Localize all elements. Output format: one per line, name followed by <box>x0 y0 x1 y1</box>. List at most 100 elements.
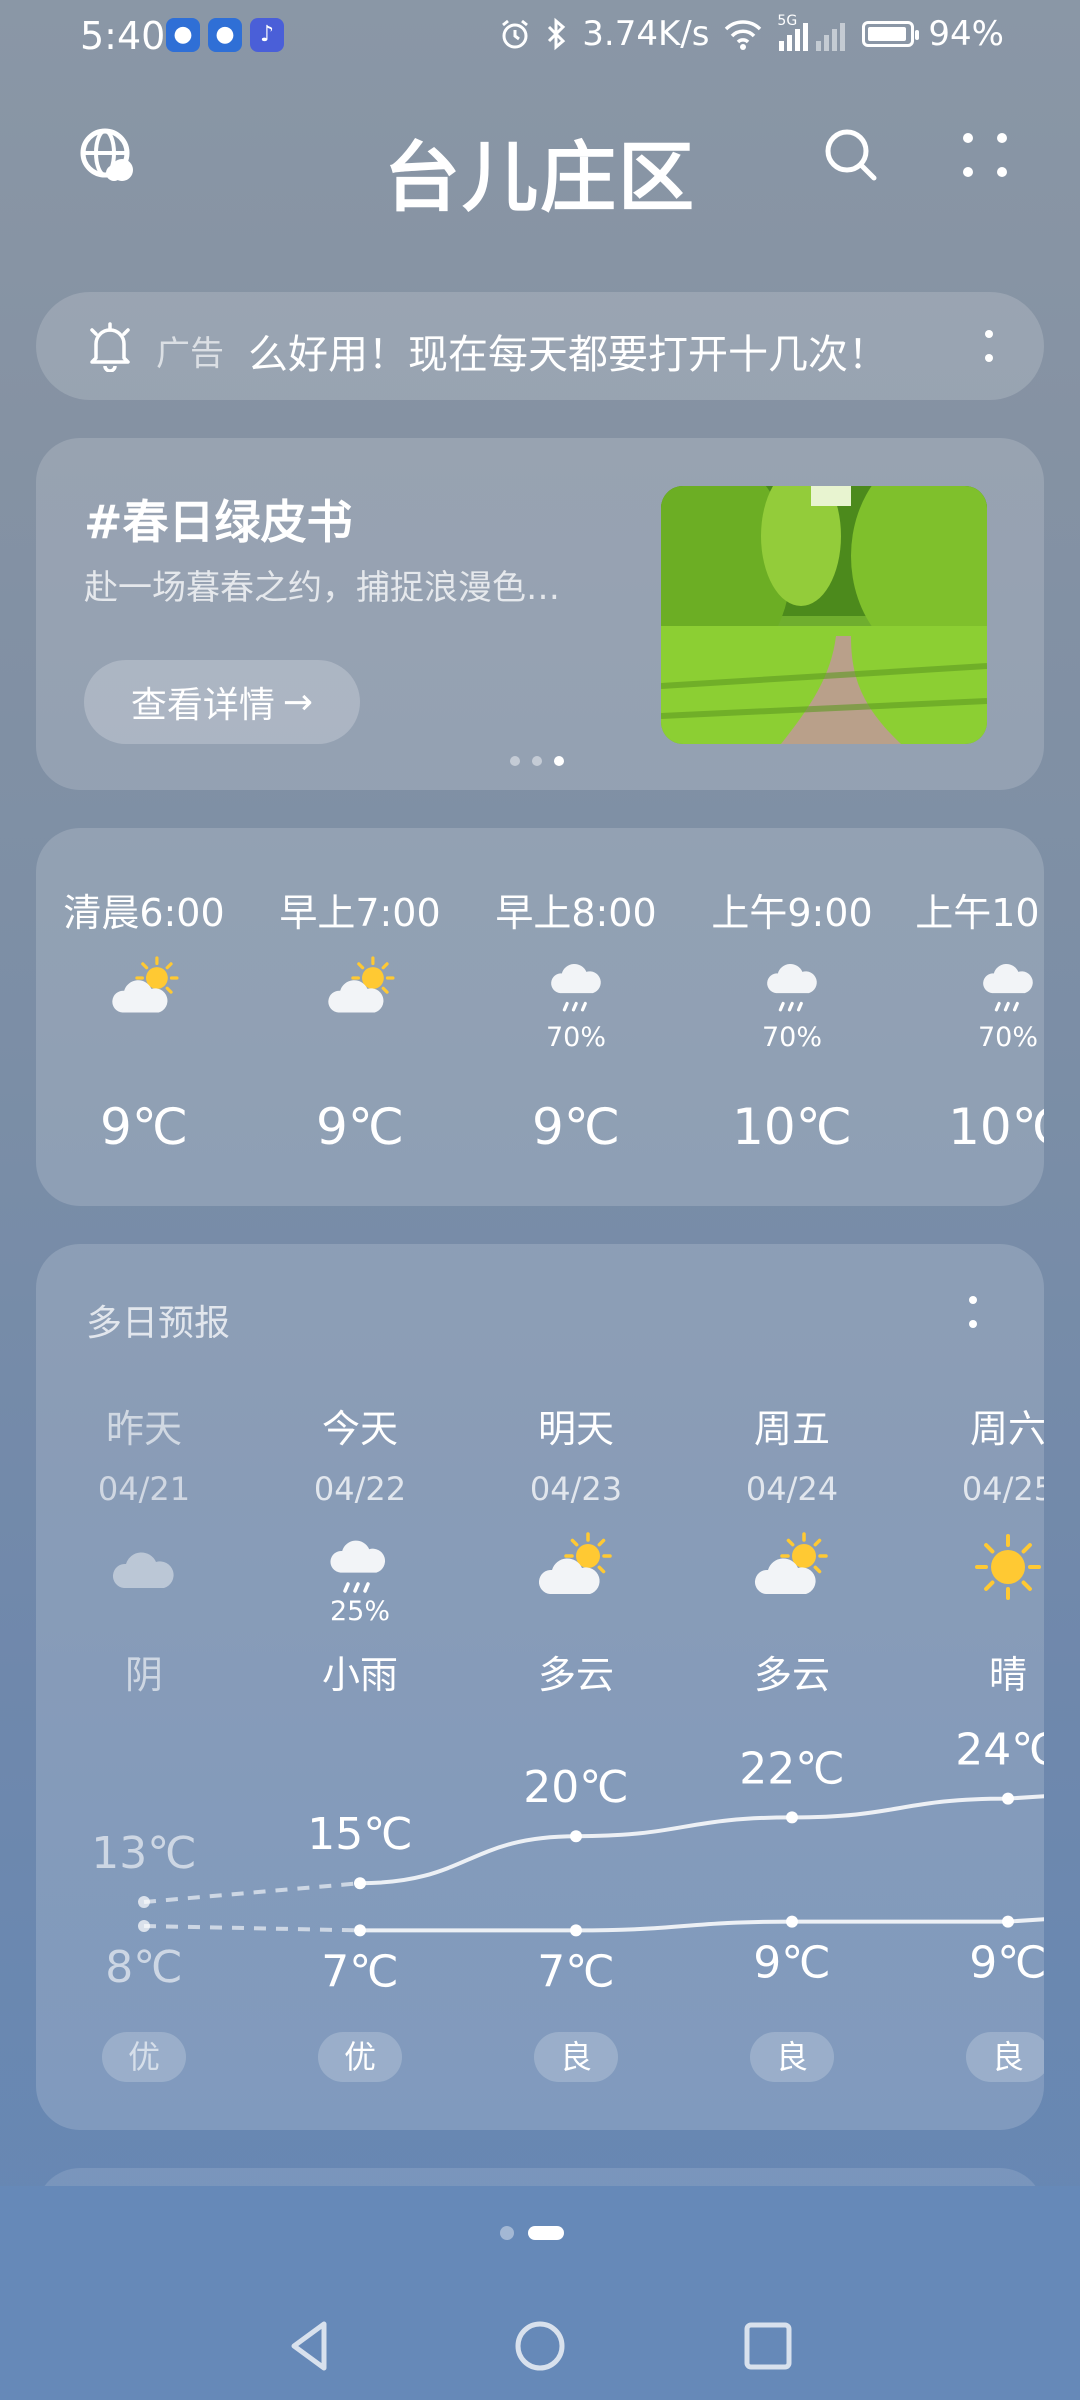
partly-cloudy-icon <box>110 956 182 1018</box>
status-bar: 5:40 ● ● ♪ 3.74K/s 5G 94% <box>0 0 1080 72</box>
high-temp-point <box>138 1896 150 1908</box>
day-date: 04/21 <box>97 1470 191 1508</box>
aqi-badge: 良 <box>750 2032 834 2082</box>
day-date: 04/22 <box>313 1470 407 1508</box>
aqi-badge: 良 <box>966 2032 1044 2082</box>
app-header: 台儿庄区 <box>0 110 1080 222</box>
partly-cloudy-icon <box>326 956 398 1018</box>
low-temp-point <box>354 1924 366 1937</box>
high-temp-point <box>1002 1792 1014 1805</box>
precip-chance: 70% <box>977 1022 1038 1053</box>
day-date: 04/23 <box>529 1470 623 1508</box>
low-temp-label: 7℃ <box>321 1946 398 1997</box>
precip-chance: 25% <box>329 1596 390 1627</box>
high-temp-point <box>786 1811 798 1824</box>
day-name: 今天 <box>321 1407 398 1451</box>
precip-chance: 70% <box>545 1022 606 1053</box>
promo-card[interactable]: #春日绿皮书 赴一场暮春之约，捕捉浪漫色… 查看详情 → <box>36 438 1044 790</box>
page-dot <box>554 756 564 766</box>
signal-strength-2-icon <box>816 23 846 51</box>
partly-cloudy-icon <box>754 1532 828 1600</box>
notification-icons: ● ● ♪ <box>166 18 284 52</box>
bell-icon <box>90 322 130 372</box>
city-page-dot <box>500 2226 514 2240</box>
battery-icon <box>862 21 920 47</box>
network-type: 5G <box>777 13 798 29</box>
hourly-temp: 10℃ <box>948 1098 1044 1156</box>
back-nav-icon[interactable] <box>280 2316 340 2376</box>
high-temp-label: 20℃ <box>523 1762 628 1813</box>
rain-cloud-icon <box>974 958 1044 1018</box>
day-date: 04/24 <box>745 1470 839 1508</box>
high-temp-line <box>359 1794 1044 1886</box>
rain-cloud-icon <box>324 1534 396 1600</box>
ad-tag: 广告 <box>156 334 224 374</box>
day-date: 04/25 <box>961 1470 1044 1508</box>
day-name: 昨天 <box>105 1407 182 1451</box>
page-dot <box>510 756 520 766</box>
aqi-badge: 优 <box>318 2032 402 2082</box>
view-details-button[interactable]: 查看详情 → <box>84 660 360 744</box>
hourly-temp: 10℃ <box>732 1098 852 1156</box>
precip-chance: 70% <box>761 1022 822 1053</box>
day-condition: 阴 <box>124 1653 163 1697</box>
day-name: 周五 <box>753 1407 830 1451</box>
temp-line-segment <box>143 1924 361 1933</box>
ad-menu-icon[interactable] <box>984 326 994 366</box>
day-condition: 多云 <box>753 1653 830 1697</box>
low-temp-point <box>786 1915 798 1928</box>
view-details-label: 查看详情 <box>130 685 275 726</box>
hourly-temp: 9℃ <box>316 1098 404 1156</box>
low-temp-point <box>1002 1915 1014 1928</box>
low-temp-line <box>360 1917 1044 1933</box>
low-temp-point <box>570 1924 582 1937</box>
high-temp-point <box>354 1877 366 1890</box>
city-page-indicator <box>500 2226 564 2240</box>
alarm-icon <box>502 19 529 49</box>
network-speed: 3.74K/s <box>582 14 710 54</box>
status-time: 5:40 <box>80 14 166 58</box>
hourly-temp: 9℃ <box>532 1098 620 1156</box>
spring-path-image <box>661 486 987 744</box>
low-temp-label: 7℃ <box>537 1946 614 1997</box>
hourly-time: 早上7:00 <box>279 891 441 935</box>
paw-app-icon-2: ● <box>208 18 242 52</box>
ad-text[interactable]: 么好用！现在每天都要打开十几次！ <box>248 322 888 380</box>
high-temp-label: 24℃ <box>955 1725 1044 1776</box>
page-dot <box>532 756 542 766</box>
search-icon[interactable] <box>822 126 880 184</box>
bluetooth-icon <box>548 17 566 51</box>
city-title[interactable]: 台儿庄区 <box>0 116 1080 226</box>
hourly-time: 早上8:00 <box>495 891 657 935</box>
hourly-temp: 9℃ <box>100 1098 188 1156</box>
wifi-icon <box>725 20 762 50</box>
promo-page-indicator <box>510 756 564 766</box>
hourly-time: 上午10:00 <box>915 891 1044 935</box>
home-nav-icon[interactable] <box>510 2316 570 2376</box>
day-condition: 小雨 <box>321 1653 398 1697</box>
recents-nav-icon[interactable] <box>738 2316 798 2376</box>
multi-day-forecast[interactable]: 多日预报 13℃ 8℃ 15℃ 7℃ 20℃ 7℃ 22℃ 9℃ 24℃ 9℃ 昨天 04/21 阴优… <box>36 1244 1044 2130</box>
ad-banner[interactable]: 广告 么好用！现在每天都要打开十几次！ <box>36 292 1044 400</box>
rain-cloud-icon <box>542 958 614 1018</box>
hourly-forecast[interactable]: 清晨6:00 9℃ 早上7:00 9℃ 早上8:00 70% 9℃ 上午9:00 70% 10℃ 上… <box>36 828 1044 1206</box>
arrow-right-icon: → <box>282 681 314 723</box>
promo-title: #春日绿皮书 <box>84 495 353 549</box>
promo-subtitle: 赴一场暮春之约，捕捉浪漫色… <box>84 568 560 608</box>
music-app-icon: ♪ <box>250 18 284 52</box>
paw-app-icon: ● <box>166 18 200 52</box>
high-temp-label: 13℃ <box>91 1828 196 1879</box>
hourly-time: 清晨6:00 <box>63 891 225 935</box>
day-condition: 晴 <box>988 1653 1027 1697</box>
hourly-time: 上午9:00 <box>711 891 873 935</box>
signal-group: 5G <box>777 13 848 51</box>
system-nav-bar <box>0 2296 1080 2400</box>
cloudy-icon <box>108 1534 180 1600</box>
high-temp-label: 15℃ <box>307 1809 412 1860</box>
more-grid-icon[interactable] <box>958 128 1012 182</box>
high-temp-label: 22℃ <box>739 1743 844 1794</box>
temp-line-segment <box>143 1881 361 1904</box>
battery-percent: 94% <box>928 14 1004 54</box>
sun-icon <box>972 1534 1044 1600</box>
aqi-badge: 优 <box>102 2032 186 2082</box>
